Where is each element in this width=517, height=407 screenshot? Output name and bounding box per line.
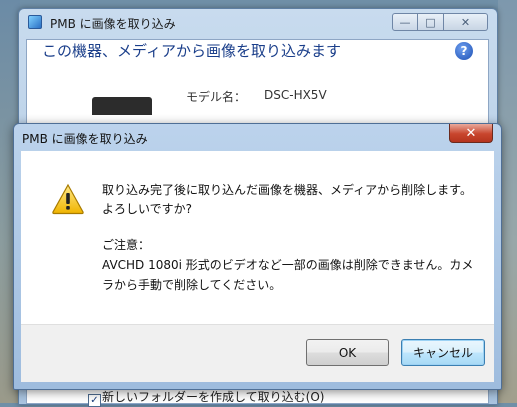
import-heading: この機器、メディアから画像を取り込みます bbox=[42, 42, 341, 60]
import-window-title: PMB に画像を取り込み bbox=[50, 17, 176, 31]
close-button[interactable]: ✕ bbox=[444, 13, 488, 31]
minimize-button[interactable]: — bbox=[392, 13, 418, 31]
help-icon[interactable]: ? bbox=[455, 42, 473, 60]
maximize-button[interactable]: □ bbox=[418, 13, 444, 31]
import-window-titlebar[interactable]: PMB に画像を取り込み — □ ✕ bbox=[19, 9, 497, 36]
dialog-body: 取り込み完了後に取り込んだ画像を機器、メディアから削除します。 よろしいですか?… bbox=[21, 151, 494, 324]
warning-icon bbox=[52, 183, 84, 215]
close-icon: ✕ bbox=[465, 125, 477, 141]
cancel-button[interactable]: キャンセル bbox=[401, 339, 485, 366]
new-folder-checkbox-label[interactable]: 新しいフォルダーを作成して取り込む(O) bbox=[85, 388, 324, 405]
note-heading: ご注意： bbox=[102, 238, 151, 252]
confirm-message-line2: よろしいですか? bbox=[102, 202, 193, 216]
ok-button[interactable]: OK bbox=[306, 339, 389, 366]
delete-confirm-dialog: PMB に画像を取り込み ✕ 取り込み完了後に取り込んだ画像を機器、メディアから… bbox=[13, 123, 502, 390]
model-name-label: モデル名： bbox=[186, 90, 247, 104]
window-caption-buttons: — □ ✕ bbox=[392, 13, 488, 31]
dialog-close-button[interactable]: ✕ bbox=[449, 124, 493, 143]
dialog-title: PMB に画像を取り込み bbox=[22, 132, 148, 146]
model-name-value: DSC-HX5V bbox=[264, 88, 327, 102]
confirm-message-line1: 取り込み完了後に取り込んだ画像を機器、メディアから削除します。 bbox=[102, 183, 472, 197]
pmb-app-icon bbox=[28, 15, 42, 29]
note-line2: ラから手動で削除してください。 bbox=[102, 278, 282, 292]
dialog-button-bar: OK キャンセル bbox=[21, 324, 494, 382]
note-line1: AVCHD 1080i 形式のビデオなど一部の画像は削除できません。カメ bbox=[102, 258, 474, 272]
camera-device-image bbox=[92, 97, 152, 115]
